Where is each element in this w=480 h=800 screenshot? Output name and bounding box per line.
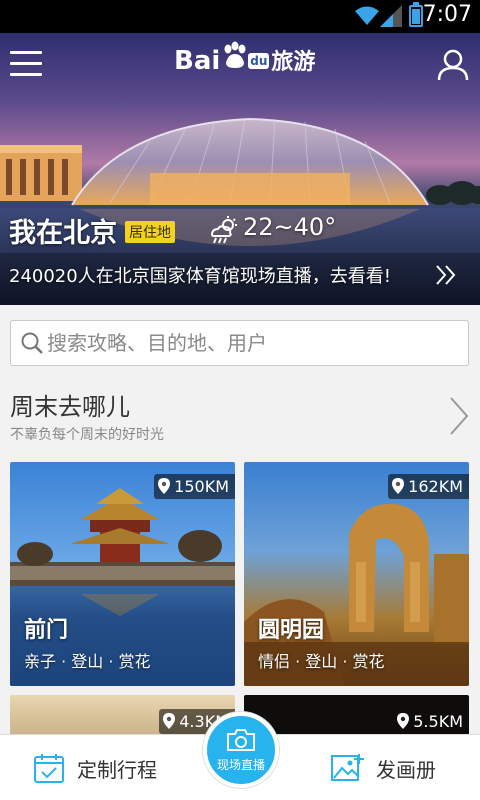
destination-card-3[interactable]: 4.3KM (10, 695, 235, 735)
user-profile-icon[interactable] (436, 47, 470, 81)
distance-value: 150KM (174, 477, 229, 496)
search-box[interactable] (10, 320, 469, 366)
hero-banner[interactable]: Bai du 旅游 我在北京 居住地 22~40° 240020人在北京国家体育馆… (0, 33, 480, 305)
wifi-icon (355, 6, 379, 25)
distance-badge: 162KM (388, 474, 469, 499)
live-broadcast-button[interactable]: 现场直播 (203, 712, 279, 788)
current-city[interactable]: 我在北京 (9, 211, 117, 250)
add-photo-icon (331, 754, 364, 781)
temperature: 22~40° (243, 213, 337, 241)
paw-icon (224, 41, 246, 68)
location-pin-icon (163, 713, 176, 729)
menu-button[interactable] (10, 51, 42, 79)
resident-badge: 居住地 (125, 221, 175, 243)
baidu-travel-logo: Bai du 旅游 (174, 41, 315, 76)
search-input[interactable] (47, 321, 457, 365)
battery-icon (409, 2, 423, 27)
double-chevron-right-icon[interactable] (434, 263, 458, 287)
distance-badge: 5.5KM (393, 709, 469, 734)
live-broadcast-link[interactable]: 240020人在北京国家体育馆现场直播，去看看! (9, 262, 391, 288)
tab-label: 发画册 (376, 757, 436, 782)
destination-tags: 情侣 · 登山 · 赏花 (258, 652, 385, 671)
logo-du: du (248, 53, 270, 69)
location-pin-icon (392, 478, 405, 494)
status-bar: 7:07 (0, 0, 480, 33)
live-broadcast-label: 现场直播 (216, 758, 265, 772)
publish-album-tab[interactable]: 发画册 (330, 735, 436, 800)
destination-name: 圆明园 (258, 618, 325, 643)
location-pin-icon (397, 713, 410, 729)
custom-itinerary-tab[interactable]: 定制行程 (33, 735, 157, 800)
signal-icon (380, 5, 402, 27)
section-subtitle: 不辜负每个周末的好时光 (10, 427, 164, 443)
weekend-section-header[interactable]: 周末去哪儿 不辜负每个周末的好时光 (0, 382, 480, 452)
search-area (0, 305, 480, 382)
chevron-right-icon[interactable] (448, 396, 470, 436)
search-icon (21, 332, 43, 354)
status-time: 7:07 (422, 2, 472, 27)
logo-cn: 旅游 (271, 50, 316, 75)
calendar-check-icon (34, 754, 64, 783)
distance-badge: 150KM (154, 474, 235, 499)
distance-value: 5.5KM (413, 712, 463, 731)
location-pin-icon (158, 478, 171, 494)
destination-card-qianmen[interactable]: 150KM 前门 亲子 · 登山 · 赏花 (10, 462, 235, 686)
tab-label: 定制行程 (77, 757, 157, 782)
logo-text: Bai (174, 46, 221, 76)
distance-value: 162KM (408, 477, 463, 496)
destination-name: 前门 (24, 618, 69, 643)
weather-rain-sun-icon (210, 216, 237, 244)
camera-icon (227, 729, 255, 751)
section-title: 周末去哪儿 (10, 393, 130, 421)
destination-card-yuanmingyuan[interactable]: 162KM 圆明园 情侣 · 登山 · 赏花 (244, 462, 469, 686)
destination-tags: 亲子 · 登山 · 赏花 (24, 652, 151, 671)
destination-card-4[interactable]: 5.5KM (244, 695, 469, 735)
